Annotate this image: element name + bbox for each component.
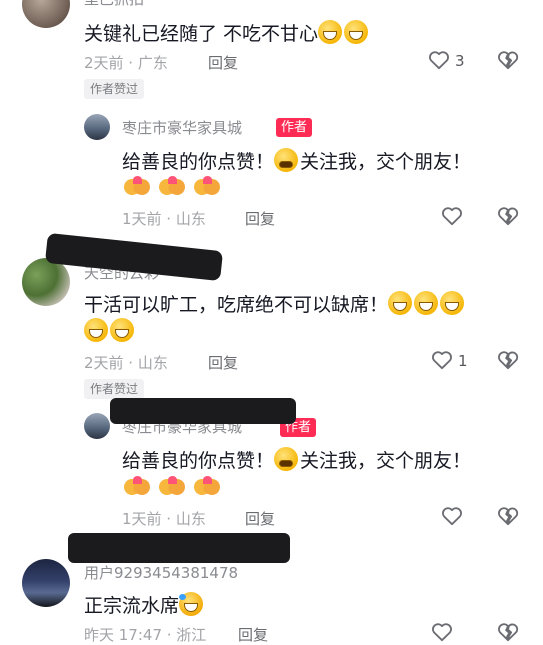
reply-button[interactable]: 回复 (245, 508, 275, 529)
heart-hands-emoji-icon (124, 176, 151, 198)
heart-hands-emoji-icon (159, 176, 186, 198)
reply-button[interactable]: 回复 (208, 352, 238, 373)
heart-outline-icon[interactable] (441, 506, 463, 526)
heart-hands-emoji-icon (194, 476, 221, 498)
broken-heart-icon[interactable] (497, 506, 519, 526)
redaction-mark (68, 533, 290, 563)
reply-time-location: 1天前 · 山东 (122, 510, 206, 528)
avatar[interactable] (84, 413, 110, 439)
heart-outline-icon[interactable] (431, 350, 453, 370)
comment-username[interactable]: 里巴抓拍 (84, 0, 144, 9)
grin-emoji-icon (110, 318, 134, 342)
reply-text: 给善良的你点赞！ 关注我，交个朋友！ (122, 446, 471, 473)
reply-button[interactable]: 回复 (238, 624, 268, 645)
heart-outline-icon[interactable] (428, 50, 450, 70)
laughing-tears-emoji-icon (179, 592, 204, 616)
heart-hands-emoji-icon (194, 176, 221, 198)
avatar[interactable] (22, 0, 70, 28)
reply-username[interactable]: 枣庄市豪华家具城 (122, 117, 242, 138)
grin-emoji-icon (318, 20, 343, 44)
reply-text: 给善良的你点赞！ 关注我，交个朋友！ (122, 147, 471, 174)
grin-emoji-icon (84, 318, 108, 342)
heart-outline-icon[interactable] (431, 622, 453, 642)
reply-button[interactable]: 回复 (208, 52, 238, 73)
grin-emoji-icon (344, 20, 369, 44)
grin-emoji-icon (440, 291, 465, 315)
grin-emoji-icon (414, 291, 439, 315)
emoji-row (124, 476, 229, 502)
comment-time-location: 昨天 17:47 · 浙江 (84, 626, 207, 644)
broken-heart-icon[interactable] (497, 206, 519, 226)
comment-text-line2 (84, 318, 136, 343)
reply-time-location: 1天前 · 山东 (122, 210, 206, 228)
angry-emoji-icon (274, 447, 299, 471)
redaction-mark (110, 398, 296, 424)
comment-text: 关键礼已经随了 不吃不甘心 (84, 19, 370, 46)
comment-username[interactable]: 用户9293454381478 (84, 562, 238, 583)
heart-outline-icon[interactable] (441, 206, 463, 226)
emoji-row (124, 176, 229, 202)
heart-hands-emoji-icon (159, 476, 186, 498)
reply-button[interactable]: 回复 (245, 208, 275, 229)
broken-heart-icon[interactable] (497, 50, 519, 70)
heart-hands-emoji-icon (124, 476, 151, 498)
comment-time-location: 2天前 · 山东 (84, 354, 168, 372)
broken-heart-icon[interactable] (497, 622, 519, 642)
grin-emoji-icon (388, 291, 413, 315)
avatar[interactable] (84, 114, 110, 140)
avatar[interactable] (22, 258, 70, 306)
broken-heart-icon[interactable] (497, 350, 519, 370)
like-count: 1 (458, 352, 468, 370)
author-liked-tag: 作者赞过 (84, 79, 145, 99)
comment-text: 正宗流水席 (84, 591, 205, 618)
comment-text: 干活可以旷工，吃席绝不可以缺席！ (84, 290, 466, 317)
avatar[interactable] (22, 559, 70, 607)
author-badge: 作者 (276, 118, 313, 137)
like-count: 3 (455, 52, 465, 70)
angry-emoji-icon (274, 148, 299, 172)
author-liked-tag: 作者赞过 (84, 379, 145, 399)
comment-time-location: 2天前 · 广东 (84, 54, 168, 72)
